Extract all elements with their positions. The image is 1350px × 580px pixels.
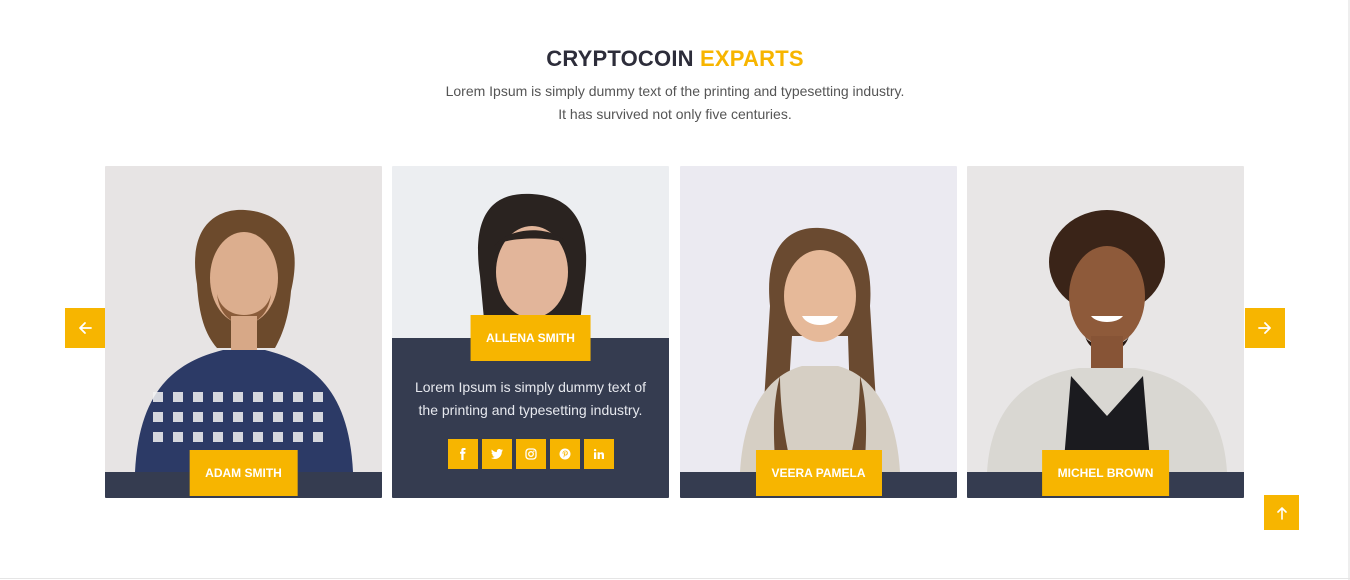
- expert-name[interactable]: ALLENA SMITH: [470, 315, 591, 361]
- social-links: [392, 439, 669, 469]
- expert-name[interactable]: VEERA PAMELA: [755, 450, 882, 496]
- expert-card-veera-pamela[interactable]: VEERA PAMELA: [680, 166, 957, 498]
- arrow-left-icon: [79, 322, 92, 334]
- expert-card-adam-smith[interactable]: ADAM SMITH: [105, 166, 382, 498]
- scroll-to-top-button[interactable]: [1264, 495, 1299, 530]
- instagram-icon[interactable]: [515, 439, 546, 469]
- expert-photo: [105, 166, 382, 498]
- expert-photo: [967, 166, 1244, 498]
- facebook-icon[interactable]: [447, 439, 478, 469]
- pinterest-icon[interactable]: [549, 439, 580, 469]
- twitter-icon[interactable]: [481, 439, 512, 469]
- expert-card-michel-brown[interactable]: MICHEL BROWN: [967, 166, 1244, 498]
- expert-photo: [680, 166, 957, 498]
- carousel-next-button[interactable]: [1245, 308, 1285, 348]
- section-divider: [0, 578, 1350, 579]
- subtitle-line-2: It has survived not only five centuries.: [558, 106, 792, 122]
- section-title-accent: EXPARTS: [700, 46, 804, 71]
- arrow-up-icon: [1276, 506, 1287, 520]
- expert-bio: Lorem Ipsum is simply dummy text of the …: [414, 379, 647, 418]
- arrow-right-icon: [1258, 322, 1271, 334]
- section-title: CRYPTOCOIN EXPARTS: [0, 46, 1350, 72]
- linkedin-icon[interactable]: [583, 439, 614, 469]
- expert-name[interactable]: ADAM SMITH: [189, 450, 298, 496]
- expert-card-allena-smith[interactable]: ALLENA SMITH Lorem Ipsum is simply dummy…: [392, 166, 669, 498]
- expert-name[interactable]: MICHEL BROWN: [1041, 450, 1170, 496]
- carousel-prev-button[interactable]: [65, 308, 105, 348]
- section-subtitle: Lorem Ipsum is simply dummy text of the …: [0, 80, 1350, 126]
- section-title-main: CRYPTOCOIN: [546, 46, 694, 71]
- subtitle-line-1: Lorem Ipsum is simply dummy text of the …: [445, 83, 905, 99]
